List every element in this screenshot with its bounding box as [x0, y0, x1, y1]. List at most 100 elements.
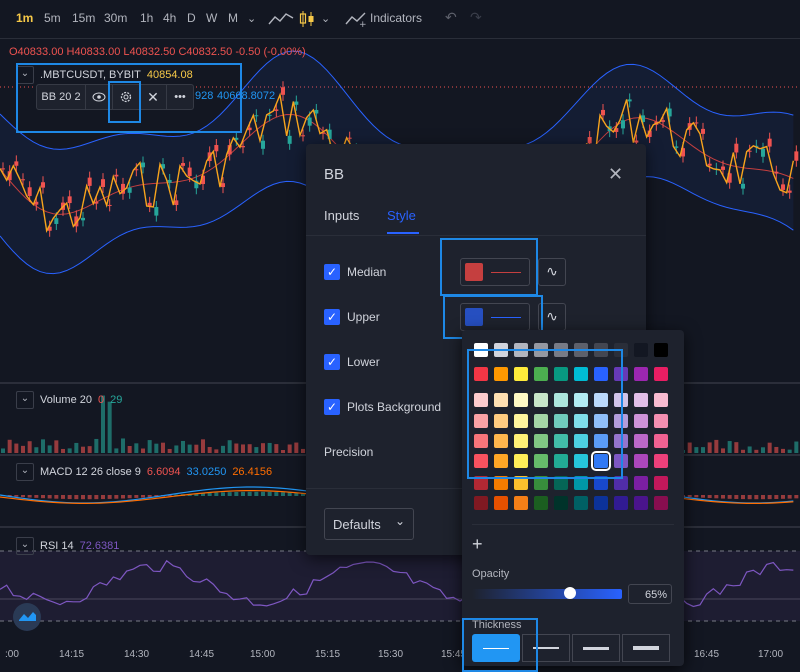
color-swatch[interactable]: [514, 367, 528, 381]
color-swatch[interactable]: [554, 434, 568, 448]
color-swatch[interactable]: [574, 367, 588, 381]
timeframe-m[interactable]: M: [228, 11, 238, 25]
color-swatch[interactable]: [574, 454, 588, 468]
color-swatch[interactable]: [494, 343, 508, 357]
color-swatch[interactable]: [474, 496, 488, 510]
color-swatch-selected[interactable]: [591, 451, 611, 471]
color-swatch[interactable]: [594, 393, 608, 407]
opacity-slider[interactable]: [472, 587, 622, 599]
timeframe-d[interactable]: D: [187, 11, 196, 25]
color-swatch[interactable]: [494, 393, 508, 407]
color-swatch[interactable]: [514, 496, 528, 510]
color-swatch[interactable]: [634, 476, 648, 490]
chevron-down-icon[interactable]: ⌄: [16, 391, 34, 409]
color-swatch[interactable]: [574, 476, 588, 490]
color-swatch[interactable]: [614, 367, 628, 381]
color-swatch[interactable]: [554, 496, 568, 510]
color-swatch[interactable]: [534, 434, 548, 448]
tab-inputs[interactable]: Inputs: [324, 208, 359, 223]
color-swatch[interactable]: [654, 496, 668, 510]
color-swatch[interactable]: [494, 454, 508, 468]
color-swatch[interactable]: [594, 434, 608, 448]
thickness-option-1[interactable]: [472, 634, 520, 662]
color-swatch[interactable]: [634, 454, 648, 468]
color-swatch[interactable]: [554, 454, 568, 468]
gear-icon[interactable]: [113, 85, 140, 109]
color-swatch[interactable]: [634, 367, 648, 381]
color-swatch[interactable]: [554, 367, 568, 381]
color-swatch[interactable]: [534, 476, 548, 490]
color-swatch[interactable]: [534, 367, 548, 381]
color-swatch[interactable]: [514, 454, 528, 468]
color-swatch[interactable]: [654, 454, 668, 468]
thickness-option-3[interactable]: [572, 634, 620, 662]
bb-legend-label[interactable]: BB 20 2: [37, 85, 86, 109]
color-swatch[interactable]: [494, 414, 508, 428]
color-swatch[interactable]: [474, 393, 488, 407]
color-swatch[interactable]: [614, 434, 628, 448]
color-swatch[interactable]: [534, 343, 548, 357]
color-swatch[interactable]: [634, 343, 648, 357]
timeframe-5m[interactable]: 5m: [44, 11, 61, 25]
chevron-down-icon[interactable]: ⌄: [16, 537, 34, 555]
color-swatch[interactable]: [574, 393, 588, 407]
color-swatch[interactable]: [654, 414, 668, 428]
chevron-down-icon[interactable]: ⌄: [16, 66, 34, 84]
color-swatch[interactable]: [614, 343, 628, 357]
color-swatch[interactable]: [474, 343, 488, 357]
color-swatch[interactable]: [474, 476, 488, 490]
plots-background-checkbox[interactable]: ✓: [324, 399, 340, 415]
color-swatch[interactable]: [494, 476, 508, 490]
color-swatch[interactable]: [634, 434, 648, 448]
color-swatch[interactable]: [514, 343, 528, 357]
upper-checkbox[interactable]: ✓: [324, 309, 340, 325]
upper-plot-style-button[interactable]: ∿: [538, 303, 566, 331]
chevron-down-icon[interactable]: ⌄: [16, 463, 34, 481]
color-swatch[interactable]: [654, 476, 668, 490]
undo-icon[interactable]: ↶: [445, 9, 457, 26]
color-swatch[interactable]: [554, 414, 568, 428]
thickness-option-4[interactable]: [622, 634, 670, 662]
candles-chart-icon[interactable]: [299, 10, 315, 28]
color-swatch[interactable]: [574, 414, 588, 428]
app-logo[interactable]: [13, 603, 41, 631]
color-swatch[interactable]: [554, 343, 568, 357]
color-swatch[interactable]: [634, 496, 648, 510]
indicators-icon[interactable]: +: [345, 10, 367, 28]
color-swatch[interactable]: [534, 393, 548, 407]
color-swatch[interactable]: [514, 434, 528, 448]
median-plot-style-button[interactable]: ∿: [538, 258, 566, 286]
opacity-slider-handle[interactable]: [563, 587, 576, 599]
color-swatch[interactable]: [574, 496, 588, 510]
color-swatch[interactable]: [514, 414, 528, 428]
close-icon[interactable]: ✕: [140, 85, 167, 109]
opacity-value-input[interactable]: 65%: [628, 584, 672, 604]
color-swatch[interactable]: [494, 496, 508, 510]
color-swatch[interactable]: [614, 414, 628, 428]
timeframe-30m[interactable]: 30m: [104, 11, 127, 25]
lower-checkbox[interactable]: ✓: [324, 354, 340, 370]
color-swatch[interactable]: [594, 367, 608, 381]
color-swatch[interactable]: [634, 393, 648, 407]
thickness-option-2[interactable]: [522, 634, 570, 662]
color-swatch[interactable]: [594, 343, 608, 357]
more-icon[interactable]: •••: [167, 85, 193, 109]
line-chart-type-icon[interactable]: [268, 11, 294, 27]
color-swatch[interactable]: [614, 496, 628, 510]
color-swatch[interactable]: [574, 434, 588, 448]
color-swatch[interactable]: [474, 414, 488, 428]
median-color-button[interactable]: [460, 258, 530, 286]
color-swatch[interactable]: [654, 393, 668, 407]
add-custom-color-button[interactable]: +: [472, 534, 483, 555]
color-swatch[interactable]: [614, 454, 628, 468]
timeframe-w[interactable]: W: [206, 11, 217, 25]
tab-style[interactable]: Style: [387, 208, 416, 223]
timeframe-15m[interactable]: 15m: [72, 11, 95, 25]
timeframe-1m[interactable]: 1m: [16, 11, 33, 25]
color-swatch[interactable]: [514, 393, 528, 407]
close-icon[interactable]: ✕: [608, 164, 623, 185]
color-swatch[interactable]: [494, 367, 508, 381]
color-swatch[interactable]: [654, 434, 668, 448]
color-swatch[interactable]: [594, 476, 608, 490]
color-swatch[interactable]: [534, 496, 548, 510]
